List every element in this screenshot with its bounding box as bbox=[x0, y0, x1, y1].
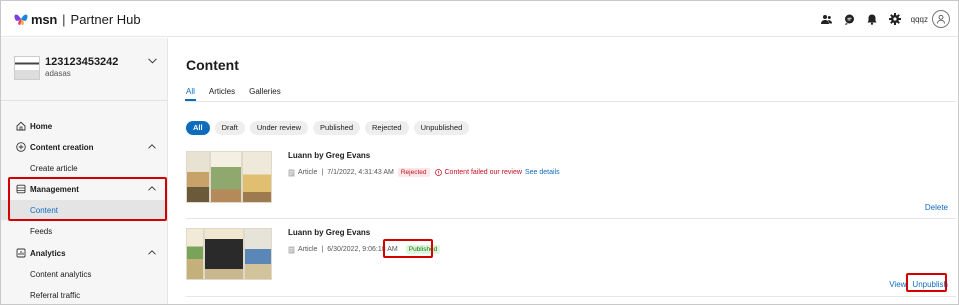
card-title[interactable]: Luann by Greg Evans bbox=[288, 151, 370, 160]
gear-icon[interactable] bbox=[884, 9, 907, 29]
card-meta: Article | 7/1/2022, 4:31:43 AM Rejected … bbox=[288, 168, 560, 177]
chevron-down-icon[interactable] bbox=[148, 58, 157, 64]
card-title[interactable]: Luann by Greg Evans bbox=[288, 228, 370, 237]
butterfly-icon bbox=[14, 14, 28, 25]
status-badge: Rejected bbox=[397, 168, 430, 177]
document-icon bbox=[288, 246, 295, 253]
comic-thumbnail bbox=[186, 151, 272, 203]
brand-name: msn bbox=[31, 11, 58, 27]
home-icon bbox=[16, 121, 26, 131]
tab-divider bbox=[186, 101, 956, 102]
content-tabs: All Articles Galleries bbox=[185, 87, 295, 101]
card-actions: Delete bbox=[925, 203, 948, 212]
sidebar: 123123453242 adasas Home Content creatio… bbox=[1, 38, 168, 304]
product-name: Partner Hub bbox=[70, 11, 141, 27]
sidebar-item-home[interactable]: Home bbox=[1, 116, 167, 136]
sidebar-item-label: Create article bbox=[30, 164, 78, 173]
review-message: Content failed our review See details bbox=[434, 169, 560, 176]
bell-icon[interactable] bbox=[861, 9, 884, 29]
content-type: Article bbox=[298, 169, 318, 176]
username[interactable]: qqqz bbox=[911, 15, 928, 24]
review-message-text: Content failed our review bbox=[444, 169, 522, 176]
meta-separator: | bbox=[321, 169, 324, 176]
meta-separator: | bbox=[321, 246, 324, 253]
sidebar-item-label: Analytics bbox=[30, 249, 66, 258]
account-switcher[interactable]: 123123453242 adasas bbox=[1, 38, 167, 101]
brand-separator: | bbox=[62, 11, 66, 27]
delete-button[interactable]: Delete bbox=[925, 203, 948, 212]
account-name: 123123453242 bbox=[45, 56, 119, 68]
filter-published[interactable]: Published bbox=[313, 121, 360, 135]
tab-all[interactable]: All bbox=[185, 87, 196, 101]
sidebar-item-feeds[interactable]: Feeds bbox=[1, 221, 167, 241]
main-content: Content All Articles Galleries All Draft… bbox=[169, 38, 958, 304]
avatar-icon[interactable] bbox=[932, 10, 950, 28]
content-type: Article bbox=[298, 246, 318, 253]
sidebar-item-create-article[interactable]: Create article bbox=[1, 158, 167, 178]
sidebar-item-content-analytics[interactable]: Content analytics bbox=[1, 264, 167, 284]
filter-under-review[interactable]: Under review bbox=[249, 121, 309, 135]
status-filters: All Draft Under review Published Rejecte… bbox=[186, 121, 470, 135]
view-button[interactable]: View bbox=[889, 280, 906, 289]
tab-articles[interactable]: Articles bbox=[209, 87, 235, 101]
document-icon bbox=[288, 169, 295, 176]
filter-draft[interactable]: Draft bbox=[214, 121, 245, 135]
chevron-up-icon bbox=[148, 144, 156, 149]
warning-icon bbox=[434, 169, 442, 176]
tab-galleries[interactable]: Galleries bbox=[249, 87, 281, 101]
sidebar-item-analytics[interactable]: Analytics bbox=[1, 243, 167, 263]
top-bar: msn | Partner Hub qqqz bbox=[1, 1, 958, 37]
sidebar-item-label: Content creation bbox=[30, 143, 94, 152]
page-title: Content bbox=[186, 57, 239, 73]
account-thumbnail bbox=[14, 56, 40, 80]
highlight-box bbox=[383, 239, 433, 258]
filter-all[interactable]: All bbox=[186, 121, 210, 135]
filter-unpublished[interactable]: Unpublished bbox=[413, 121, 470, 135]
account-subtitle: adasas bbox=[45, 69, 71, 78]
plus-circle-icon bbox=[16, 142, 26, 152]
sidebar-item-label: Feeds bbox=[30, 227, 53, 236]
card-divider bbox=[186, 218, 956, 219]
filter-rejected[interactable]: Rejected bbox=[365, 121, 409, 135]
card-divider bbox=[186, 296, 956, 297]
sidebar-item-referral-traffic[interactable]: Referral traffic bbox=[1, 285, 167, 304]
comic-thumbnail bbox=[186, 228, 272, 280]
content-card[interactable]: Luann by Greg Evans Article | 7/1/2022, … bbox=[186, 151, 956, 213]
people-icon[interactable] bbox=[815, 9, 838, 29]
highlight-box bbox=[906, 273, 947, 292]
content-card[interactable]: Luann by Greg Evans Article | 6/30/2022,… bbox=[186, 228, 956, 294]
content-date: 7/1/2022, 4:31:43 AM bbox=[327, 169, 394, 176]
msn-logo[interactable]: msn | Partner Hub bbox=[13, 10, 141, 28]
sidebar-item-label: Content analytics bbox=[30, 270, 92, 279]
top-actions: qqqz bbox=[815, 9, 950, 29]
chat-icon[interactable] bbox=[838, 9, 861, 29]
chevron-up-icon bbox=[148, 250, 156, 255]
highlight-box bbox=[8, 177, 167, 221]
sidebar-item-label: Referral traffic bbox=[30, 291, 81, 300]
see-details-link[interactable]: See details bbox=[525, 169, 560, 176]
sidebar-item-label: Home bbox=[30, 122, 53, 131]
chart-icon bbox=[16, 248, 26, 258]
sidebar-item-content-creation[interactable]: Content creation bbox=[1, 137, 167, 157]
